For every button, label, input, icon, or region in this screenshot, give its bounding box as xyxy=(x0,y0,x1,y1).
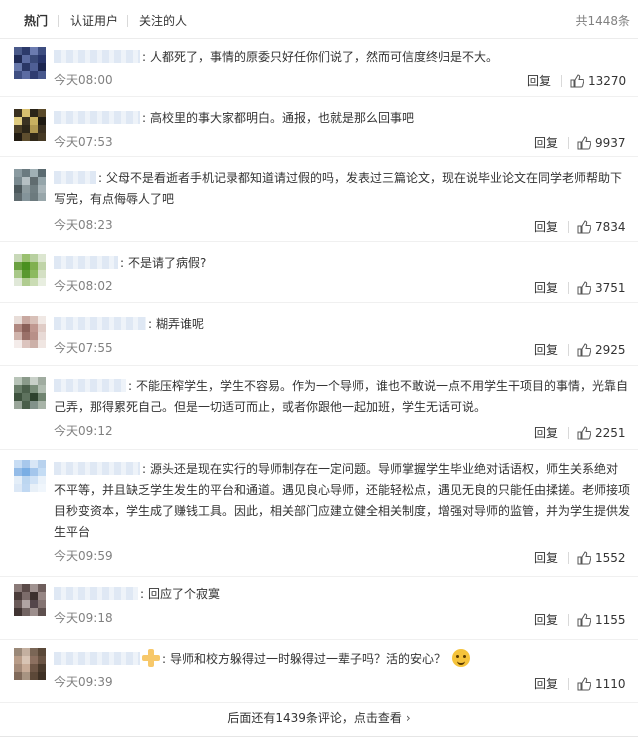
comment-item: : 父母不是看逝者手机记录都知道请过假的吗，发表过三篇论文，现在说毕业论文在同学老… xyxy=(0,157,638,242)
thumbs-up-icon xyxy=(577,551,591,565)
comment-item: : 导师和校方躲得过一时躲得过一辈子吗？活的安心？ 今天09:39 回复 1110 xyxy=(0,640,638,703)
comment-item: : 源头还是现在实行的导师制存在一定问题。导师掌握学生毕业绝对话语权，师生关系绝对… xyxy=(0,450,638,577)
tab-hot[interactable]: 热门 xyxy=(24,13,48,29)
comment-time: 今天08:02 xyxy=(54,279,113,293)
thumbs-up-icon xyxy=(577,343,591,357)
avatar[interactable] xyxy=(14,377,46,409)
thumbs-up-icon xyxy=(577,426,591,440)
comment-time: 今天09:59 xyxy=(54,549,113,563)
username[interactable] xyxy=(54,50,140,63)
like-count: 1155 xyxy=(595,613,626,627)
avatar[interactable] xyxy=(14,460,46,492)
divider xyxy=(568,552,569,564)
thumbs-up-icon xyxy=(577,281,591,295)
thumbs-up-icon xyxy=(577,613,591,627)
reply-button[interactable]: 回复 xyxy=(534,281,558,295)
like-count: 1552 xyxy=(595,551,626,565)
divider xyxy=(568,678,569,690)
reply-button[interactable]: 回复 xyxy=(534,426,558,440)
reply-button[interactable]: 回复 xyxy=(527,74,551,88)
view-more-comments-link[interactable]: 后面还有1439条评论，点击查看 › xyxy=(0,707,638,729)
like-count: 3751 xyxy=(595,281,626,295)
divider xyxy=(568,282,569,294)
comment-text: 父母不是看逝者手机记录都知道请过假的吗，发表过三篇论文，现在说毕业论文在同学老师… xyxy=(54,171,623,206)
chevron-right-icon: › xyxy=(405,711,411,725)
like-count: 1110 xyxy=(595,677,626,691)
comment-text: 源头还是现在实行的导师制存在一定问题。导师掌握学生毕业绝对话语权，师生关系绝对不… xyxy=(54,462,631,539)
thumbs-up-icon xyxy=(577,677,591,691)
avatar[interactable] xyxy=(14,109,46,141)
grinning-emoji-icon xyxy=(452,649,471,667)
like-count: 9937 xyxy=(595,136,626,150)
comment-time: 今天07:55 xyxy=(54,341,113,355)
comment-text: 高校里的事大家都明白。通报，也就是那么回事吧 xyxy=(150,111,415,125)
divider xyxy=(568,137,569,149)
reply-button[interactable]: 回复 xyxy=(534,551,558,565)
reply-button[interactable]: 回复 xyxy=(534,613,558,627)
reply-button[interactable]: 回复 xyxy=(534,136,558,150)
like-count: 7834 xyxy=(595,220,626,234)
username[interactable] xyxy=(54,111,140,124)
username[interactable] xyxy=(54,587,138,600)
username[interactable] xyxy=(54,171,96,184)
like-count: 2251 xyxy=(595,426,626,440)
tab-divider xyxy=(58,15,59,27)
reply-button[interactable]: 回复 xyxy=(534,677,558,691)
divider xyxy=(568,344,569,356)
comment-time: 今天09:39 xyxy=(54,675,113,689)
comment-time: 今天08:00 xyxy=(54,73,113,87)
thumbs-up-icon xyxy=(577,136,591,150)
comment-time: 今天07:53 xyxy=(54,135,113,149)
total-count: 共1448条 xyxy=(575,14,630,28)
username[interactable] xyxy=(54,652,140,665)
comment-item: : 糊弄谁呢 今天07:55 回复 2925 xyxy=(0,303,638,366)
comment-time: 今天09:18 xyxy=(54,611,113,625)
reply-button[interactable]: 回复 xyxy=(534,220,558,234)
avatar[interactable] xyxy=(14,47,46,79)
comment-item: : 人都死了，事情的原委只好任你们说了，然而可信度终归是不大。 今天08:00 回… xyxy=(0,39,638,97)
divider xyxy=(568,221,569,233)
comment-item: : 回应了个寂寞 今天09:18 回复 1155 xyxy=(0,577,638,640)
comment-item: : 不是请了病假? 今天08:02 回复 3751 xyxy=(0,242,638,303)
comment-item: : 不能压榨学生，学生不容易。作为一个导师，谁也不敢说一点不用学生干项目的事情，光… xyxy=(0,366,638,450)
comment-tabs: 热门 认证用户 关注的人 共1448条 xyxy=(0,0,638,39)
username[interactable] xyxy=(54,317,146,330)
reply-button[interactable]: 回复 xyxy=(534,343,558,357)
tab-divider xyxy=(127,15,128,27)
avatar[interactable] xyxy=(14,316,46,348)
comment-time: 今天09:12 xyxy=(54,424,113,438)
comment-text: 人都死了，事情的原委只好任你们说了，然而可信度终归是不大。 xyxy=(150,50,499,64)
divider xyxy=(561,75,562,87)
avatar[interactable] xyxy=(14,648,46,680)
tab-verified-users[interactable]: 认证用户 xyxy=(70,13,118,29)
comment-text: 不能压榨学生，学生不容易。作为一个导师，谁也不敢说一点不用学生干项目的事情，光靠… xyxy=(54,379,629,414)
like-count: 2925 xyxy=(595,343,626,357)
comment-time: 今天08:23 xyxy=(54,218,113,232)
username[interactable] xyxy=(54,256,118,269)
member-badge-icon xyxy=(142,649,160,667)
username[interactable] xyxy=(54,462,140,475)
tab-following[interactable]: 关注的人 xyxy=(139,13,187,29)
comment-text: 导师和校方躲得过一时躲得过一辈子吗？活的安心？ xyxy=(170,652,447,666)
comment-text: 糊弄谁呢 xyxy=(156,317,205,331)
comment-item: : 高校里的事大家都明白。通报，也就是那么回事吧 今天07:53 回复 9937 xyxy=(0,97,638,157)
avatar[interactable] xyxy=(14,254,46,286)
comment-text: 回应了个寂寞 xyxy=(148,587,221,601)
avatar[interactable] xyxy=(14,169,46,201)
view-more-label: 后面还有1439条评论，点击查看 xyxy=(227,711,402,725)
thumbs-up-icon xyxy=(577,220,591,234)
username[interactable] xyxy=(54,379,126,392)
divider xyxy=(568,614,569,626)
divider xyxy=(568,427,569,439)
like-count: 13270 xyxy=(588,74,627,88)
comment-text: 不是请了病假? xyxy=(128,256,207,270)
thumbs-up-icon xyxy=(570,74,584,88)
avatar[interactable] xyxy=(14,584,46,616)
